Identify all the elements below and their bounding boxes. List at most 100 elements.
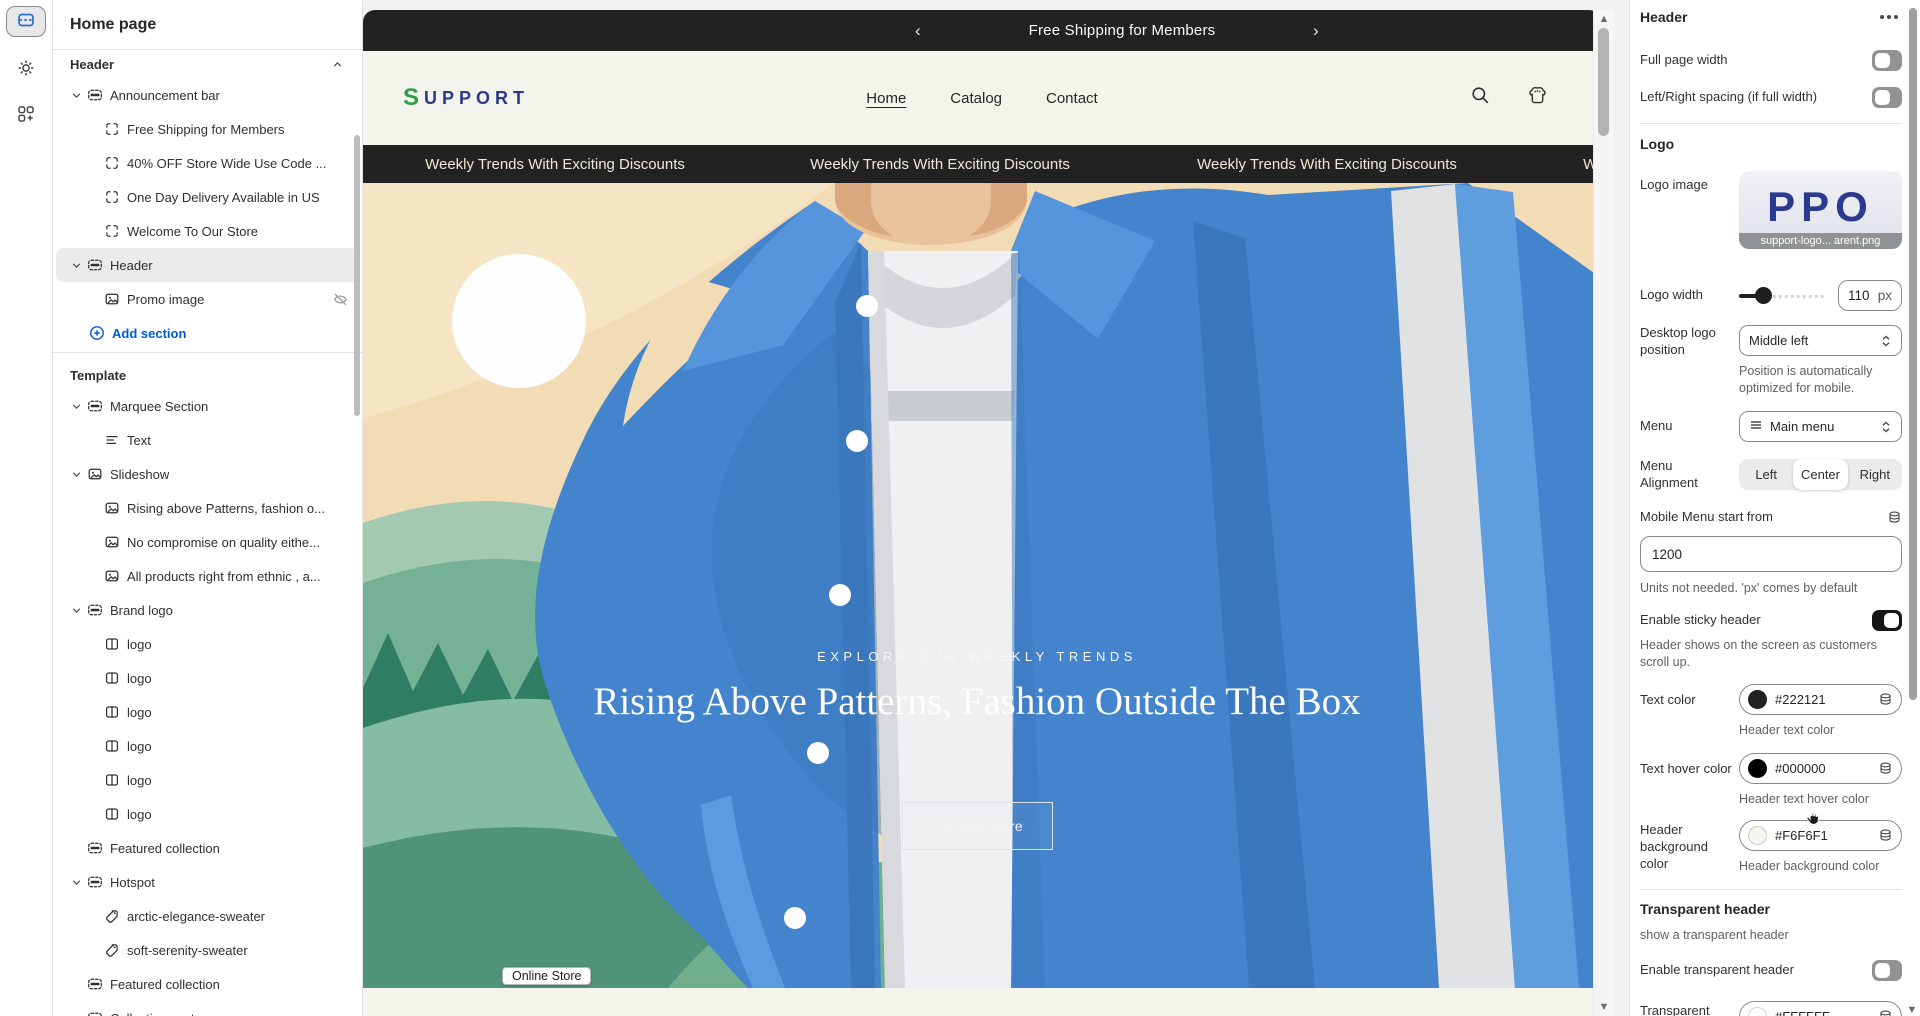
tree-item-promo-image[interactable]: Promo image (56, 282, 358, 316)
rail-sections-button[interactable] (6, 6, 46, 37)
tag-block-icon (104, 942, 120, 958)
rail-settings-button[interactable] (6, 53, 46, 87)
tree-item-logo[interactable]: logo (56, 661, 358, 695)
tree-item-header[interactable]: Header (56, 248, 358, 282)
bag-icon[interactable] (1526, 84, 1549, 112)
tree-item-logo[interactable]: logo (56, 729, 358, 763)
tree-item-label: Free Shipping for Members (127, 122, 285, 137)
desktop-logo-position-select[interactable]: Middle left (1739, 325, 1902, 356)
tree-item-no-compromise-on-quality-eithe[interactable]: No compromise on quality eithe... (56, 525, 358, 559)
chevron-down-icon[interactable] (70, 89, 83, 102)
discover-more-button[interactable]: Discover More (902, 802, 1053, 850)
tree-item-slideshow[interactable]: Slideshow (56, 457, 358, 491)
dynamic-source-icon[interactable] (1878, 761, 1893, 776)
search-icon[interactable] (1469, 84, 1492, 112)
scroll-up-icon[interactable]: ▲ (1594, 11, 1614, 27)
tree-item-label: logo (127, 671, 152, 686)
mobile-menu-start-input[interactable]: 1200 (1640, 536, 1902, 572)
dynamic-source-icon[interactable] (1878, 828, 1893, 843)
tree-item-marquee-section[interactable]: Marquee Section (56, 389, 358, 423)
tree-item-logo[interactable]: logo (56, 695, 358, 729)
header-bg-color-field[interactable]: #F6F6F1 (1739, 820, 1902, 851)
tree-item-label: Featured collection (110, 841, 220, 856)
logo-image-thumbnail[interactable]: PPO support-logo... arent.png (1739, 171, 1902, 249)
chevron-down-icon[interactable] (70, 876, 83, 889)
tree-item-logo[interactable]: logo (56, 797, 358, 831)
hero-illustration (363, 183, 1601, 988)
panel-scroll-thumb[interactable] (1909, 8, 1917, 700)
alignment-option-center[interactable]: Center (1793, 459, 1847, 490)
image-block-icon (104, 291, 120, 307)
preview-scroll-thumb[interactable] (1598, 28, 1609, 136)
tree-item-text[interactable]: Text (56, 423, 358, 457)
group-label-text: Template (70, 368, 126, 383)
slider-knob[interactable] (1755, 287, 1772, 304)
mobile-menu-label-row: Mobile Menu start from (1640, 509, 1902, 526)
enable-transparent-toggle[interactable] (1872, 960, 1902, 981)
tree-item-label: logo (127, 637, 152, 652)
sidebar-scrollbar[interactable] (354, 135, 360, 416)
header-settings-panel: Header Full page width Left/Right spacin… (1629, 0, 1920, 1016)
full-page-width-toggle[interactable] (1872, 50, 1902, 71)
tree-item-label: Hotspot (110, 875, 155, 890)
dynamic-source-icon[interactable] (1887, 510, 1902, 525)
eye-off-icon[interactable] (333, 292, 348, 307)
online-store-badge: Online Store (502, 967, 591, 985)
chevron-down-icon[interactable] (70, 400, 83, 413)
chevron-down-icon[interactable] (70, 1012, 83, 1016)
chevron-down-icon[interactable] (70, 468, 83, 481)
chevron-down-icon[interactable] (70, 604, 83, 617)
text-color-field[interactable]: #222121 (1739, 684, 1902, 715)
marquee-text: Weekly Trends With Exciting Discounts (1197, 145, 1457, 183)
hero-slideshow: EXPLORE OUR WEEKLY TRENDS Rising Above P… (363, 183, 1601, 988)
tree-item-featured-collection[interactable]: Featured collection (56, 831, 358, 865)
tree-item-free-shipping-for-members[interactable]: Free Shipping for Members (56, 112, 358, 146)
lr-spacing-toggle[interactable] (1872, 87, 1902, 108)
rail-app-embeds-button[interactable] (6, 99, 46, 133)
preview-scrollbar[interactable]: ▲ ▼ (1593, 10, 1614, 1016)
dynamic-source-icon[interactable] (1878, 1009, 1893, 1016)
logo-width-slider[interactable] (1739, 285, 1825, 306)
transparent-text-color-field[interactable]: #FFFFFF (1739, 1001, 1902, 1016)
text-hover-color-field[interactable]: #000000 (1739, 753, 1902, 784)
tree-item-logo[interactable]: logo (56, 763, 358, 797)
nav-link-catalog[interactable]: Catalog (950, 90, 1002, 107)
panel-scroll-down-icon[interactable]: ▼ (1905, 1004, 1919, 1016)
tree-item-collections-category[interactable]: Collections category (56, 1001, 358, 1016)
alignment-option-left[interactable]: Left (1739, 459, 1793, 490)
dynamic-source-icon[interactable] (1878, 692, 1893, 707)
more-options-icon[interactable] (1876, 11, 1902, 23)
tree-item-soft-serenity-sweater[interactable]: soft-serenity-sweater (56, 933, 358, 967)
next-section-strip (363, 988, 1601, 1016)
nav-link-home[interactable]: Home (866, 90, 906, 107)
announcement-prev-arrow[interactable]: ‹ (915, 10, 921, 51)
tree-item-logo[interactable]: logo (56, 627, 358, 661)
logo-width-row: Logo width 110 px (1640, 280, 1902, 311)
menu-select[interactable]: Main menu (1739, 411, 1902, 442)
chevron-down-icon[interactable] (70, 259, 83, 272)
tree-item-arctic-elegance-sweater[interactable]: arctic-elegance-sweater (56, 899, 358, 933)
logo-width-input[interactable]: 110 px (1838, 280, 1902, 311)
add-section-button[interactable]: Add section (56, 316, 358, 350)
tree-item-all-products-right-from-ethnic-a[interactable]: All products right from ethnic , a... (56, 559, 358, 593)
store-logo[interactable]: SUPPORT (403, 51, 529, 145)
collapse-chevron-up-icon[interactable] (331, 58, 344, 71)
tree-item-label: No compromise on quality eithe... (127, 535, 320, 550)
add-section-label: Add section (112, 326, 186, 341)
tree-item-welcome-to-our-store[interactable]: Welcome To Our Store (56, 214, 358, 248)
tree-item-rising-above-patterns-fashion-o[interactable]: Rising above Patterns, fashion o... (56, 491, 358, 525)
gear-icon (16, 58, 36, 83)
nav-link-contact[interactable]: Contact (1046, 90, 1098, 107)
tree-item-one-day-delivery-available-in-us[interactable]: One Day Delivery Available in US (56, 180, 358, 214)
tree-item-brand-logo[interactable]: Brand logo (56, 593, 358, 627)
tree-item-40-off-store-wide-use-code[interactable]: 40% OFF Store Wide Use Code ... (56, 146, 358, 180)
tree-item-announcement-bar[interactable]: Announcement bar (56, 78, 358, 112)
tree-item-hotspot[interactable]: Hotspot (56, 865, 358, 899)
full-page-width-row: Full page width (1640, 50, 1902, 71)
alignment-option-right[interactable]: Right (1848, 459, 1902, 490)
tree-item-label: logo (127, 807, 152, 822)
tree-item-featured-collection[interactable]: Featured collection (56, 967, 358, 1001)
scroll-down-icon[interactable]: ▼ (1594, 999, 1614, 1015)
sticky-header-toggle[interactable] (1872, 610, 1902, 631)
announcement-next-arrow[interactable]: › (1313, 10, 1319, 51)
